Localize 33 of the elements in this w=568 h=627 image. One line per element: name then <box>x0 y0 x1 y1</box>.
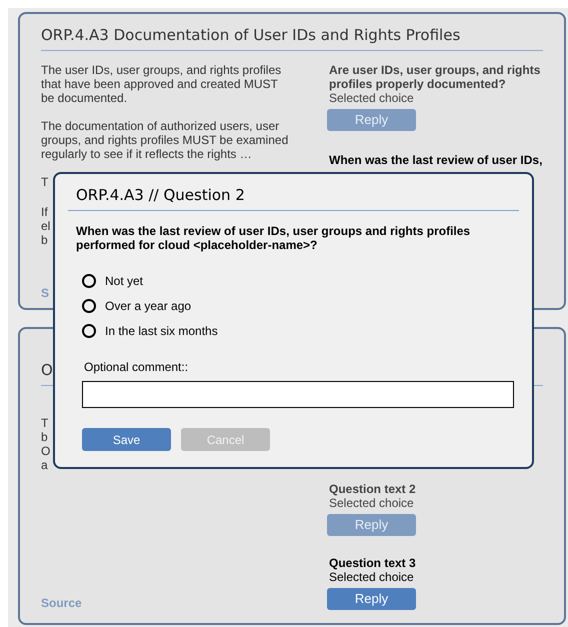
question-text: When was the last review of user IDs, <box>329 153 542 167</box>
question-text: Are user IDs, user groups, and rights profiles properly documented? <box>329 63 542 91</box>
radio-option[interactable]: Over a year ago <box>82 297 505 314</box>
text-line: a <box>41 458 48 472</box>
dialog-question: When was the last review of user IDs, user groups and rights profiles performed for cloud <placeholder-name>? <box>75 224 472 252</box>
text-line: T <box>41 175 48 189</box>
question-text: Question text 3 <box>329 556 416 570</box>
radio-button[interactable] <box>82 298 96 312</box>
save-button[interactable]: Save <box>82 428 171 451</box>
paragraph: The user IDs, user groups, and rights profiles that have been approved and created MUST be documented. <box>41 63 282 105</box>
text-line: T <box>41 416 48 430</box>
comment-field[interactable] <box>82 381 514 408</box>
text-line: el <box>41 219 50 233</box>
selected-choice: Selected choice <box>329 496 414 510</box>
source-link[interactable]: Source <box>41 596 82 610</box>
text-line: b <box>41 430 48 444</box>
comment-label: Optional comment:: <box>84 360 188 374</box>
reply-button[interactable]: Reply <box>327 588 416 610</box>
radio-button[interactable] <box>82 274 96 288</box>
radio-button[interactable] <box>82 324 96 338</box>
text-line: If <box>41 205 48 219</box>
selected-choice: Selected choice <box>329 570 414 584</box>
selected-choice: Selected choice <box>329 91 414 105</box>
paragraph: The documentation of authorized users, user groups, and rights profiles MUST be examined regularly to see if it reflects the rights … <box>41 119 290 161</box>
card-title: ORP.4.A3 Documentation of User IDs and Rights Profiles <box>41 26 460 44</box>
card-title: O <box>41 361 53 379</box>
radio-option[interactable]: In the last six months <box>82 322 505 339</box>
text-line: b <box>41 233 48 247</box>
dialog-title: ORP.4.A3 // Question 2 <box>76 186 245 204</box>
question-text: Question text 2 <box>329 482 416 496</box>
radio-option[interactable]: Not yet <box>82 272 505 289</box>
text-line: O <box>41 444 50 458</box>
source-link[interactable]: S <box>41 286 50 300</box>
